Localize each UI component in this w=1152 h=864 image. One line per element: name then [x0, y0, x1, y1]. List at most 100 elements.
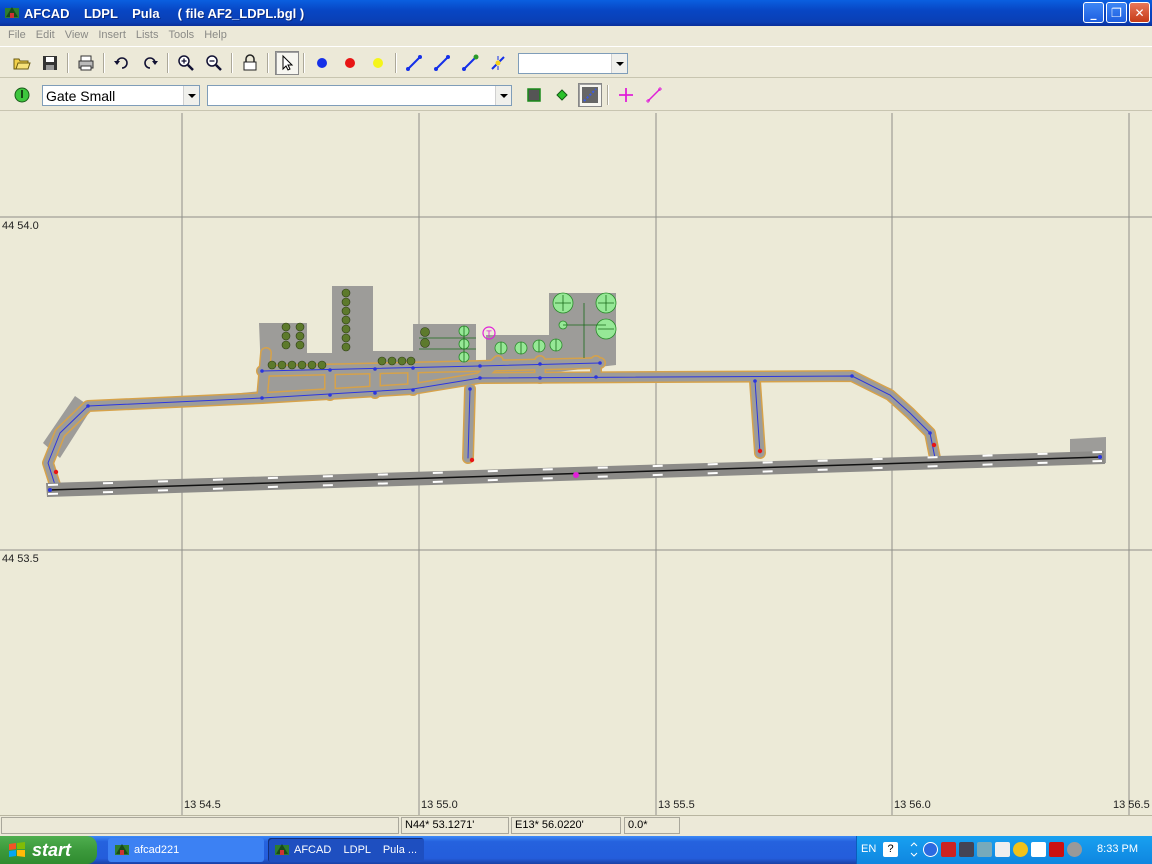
add-node-red-button[interactable] [338, 51, 362, 75]
add-node-blue-button[interactable] [310, 51, 334, 75]
chevron-down-icon[interactable] [495, 86, 511, 105]
taskbar-item-afcad-ldpl[interactable]: AFCAD LDPL Pula ... [268, 838, 424, 862]
zoom-out-button[interactable] [202, 51, 226, 75]
edge-lights-icon [582, 87, 598, 103]
taskbar-item-label: AFCAD LDPL Pula ... [294, 844, 418, 856]
zoom-out-icon [206, 55, 222, 71]
lock-icon [243, 54, 257, 71]
green-parking-circle-icon [14, 87, 30, 103]
menu-view[interactable]: View [60, 29, 94, 41]
apron-vertex-button[interactable] [550, 83, 574, 107]
tray-messenger-icon[interactable] [1013, 842, 1028, 857]
tray-app-icon-4[interactable] [1067, 842, 1082, 857]
lon-label-54-5: 13 54.5 [184, 799, 221, 811]
yellow-dot-icon [373, 58, 383, 68]
green-diamond-icon [556, 89, 568, 101]
start-button[interactable]: start [0, 836, 97, 864]
taxi-path-button[interactable] [402, 51, 426, 75]
tower-marker[interactable]: T [482, 326, 496, 340]
chevron-down-icon[interactable] [611, 54, 627, 73]
status-bar: N44* 53.1271' E13* 56.0220' 0.0* [0, 815, 1152, 835]
window-title: AFCAD LDPL Pula ( file AF2_LDPL.bgl ) [24, 5, 305, 21]
print-button[interactable] [74, 51, 98, 75]
redo-icon [144, 57, 158, 69]
taskbar-item-label: afcad221 [134, 844, 180, 856]
runway-marker[interactable] [573, 472, 579, 478]
parking-toolbar: Gate Small [0, 79, 1152, 111]
floppy-disk-icon [43, 56, 57, 70]
menu-tools[interactable]: Tools [164, 29, 200, 41]
minimize-button[interactable]: _ [1083, 2, 1104, 23]
lat-label-53-5: 44 53.5 [2, 553, 39, 565]
afcad-app-icon [275, 844, 289, 855]
add-node-yellow-button[interactable] [366, 51, 390, 75]
blue-line-icon [406, 55, 422, 71]
blue-line-icon [434, 55, 450, 71]
menu-lists[interactable]: Lists [131, 29, 164, 41]
save-button[interactable] [38, 51, 62, 75]
open-button[interactable] [10, 51, 34, 75]
show-hidden-icons-icon[interactable] [923, 842, 938, 857]
add-marker-button[interactable] [614, 83, 638, 107]
tray-arrow-icon[interactable] [905, 842, 920, 857]
windows-logo-icon [9, 842, 25, 857]
maximize-button[interactable]: ❐ [1106, 2, 1127, 23]
select-tool-button[interactable] [275, 51, 299, 75]
parking-type-button[interactable] [10, 83, 34, 107]
lon-label-55-0: 13 55.0 [421, 799, 458, 811]
afcad-app-icon [5, 7, 19, 18]
menu-insert[interactable]: Insert [93, 29, 131, 41]
lat-label-54-0: 44 54.0 [2, 220, 39, 232]
open-folder-icon [13, 58, 31, 70]
tray-network-icon[interactable] [959, 842, 974, 857]
tower-label: T [486, 329, 492, 339]
close-button[interactable]: ✕ [1129, 2, 1150, 23]
help-tray-icon[interactable]: ? [883, 842, 898, 857]
title-bar[interactable]: AFCAD LDPL Pula ( file AF2_LDPL.bgl ) _ … [0, 0, 1152, 26]
arrow-pointer-icon [282, 54, 294, 71]
tray-mail-icon[interactable] [1031, 842, 1046, 857]
tray-app-icon-2[interactable] [977, 842, 992, 857]
language-indicator[interactable]: EN [861, 843, 876, 855]
airport-map-canvas[interactable]: T 44 54.0 44 53.5 13 54.5 13 55.0 13 55.… [0, 113, 1152, 815]
parking-path-button[interactable] [458, 51, 482, 75]
measure-button[interactable] [642, 83, 666, 107]
lon-label-56-5: 13 56.5 [1113, 799, 1150, 811]
toolbar-dropdown[interactable] [518, 53, 628, 74]
taskbar-clock[interactable]: 8:33 PM [1097, 843, 1138, 855]
redo-button[interactable] [138, 51, 162, 75]
zoom-in-button[interactable] [174, 51, 198, 75]
menu-bar: File Edit View Insert Lists Tools Help [0, 26, 1152, 44]
red-dot-icon [345, 58, 355, 68]
runway-path-button[interactable] [430, 51, 454, 75]
chevron-down-icon[interactable] [183, 86, 199, 105]
undo-icon [114, 57, 128, 69]
status-longitude: E13* 56.0220' [511, 817, 621, 834]
status-latitude: N44* 53.1271' [401, 817, 509, 834]
afcad-app-icon [115, 844, 129, 855]
tray-ati-icon[interactable] [1049, 842, 1064, 857]
parking-name-select[interactable] [207, 85, 512, 106]
tray-app-icon-3[interactable] [995, 842, 1010, 857]
status-heading: 0.0* [624, 817, 680, 834]
edge-lights-button[interactable] [578, 83, 602, 107]
undo-button[interactable] [110, 51, 134, 75]
parking-type-select[interactable]: Gate Small [42, 85, 200, 106]
split-path-button[interactable] [486, 51, 510, 75]
tray-app-icon-1[interactable] [941, 842, 956, 857]
menu-file[interactable]: File [3, 29, 31, 41]
status-message [1, 817, 399, 834]
menu-edit[interactable]: Edit [31, 29, 60, 41]
taskbar-item-afcad221[interactable]: afcad221 [108, 838, 264, 862]
magenta-measure-line-icon [646, 87, 662, 103]
system-tray: EN ? 8:33 PM [856, 836, 1152, 864]
magenta-plus-icon [619, 88, 633, 102]
lon-label-56-0: 13 56.0 [894, 799, 931, 811]
menu-help[interactable]: Help [199, 29, 232, 41]
split-line-icon [491, 56, 505, 70]
airport-map[interactable]: T 44 54.0 44 53.5 13 54.5 13 55.0 13 55.… [0, 113, 1152, 815]
apron-button[interactable] [522, 83, 546, 107]
green-blue-line-icon [462, 54, 479, 71]
lock-button[interactable] [238, 51, 262, 75]
zoom-in-icon [178, 55, 194, 71]
